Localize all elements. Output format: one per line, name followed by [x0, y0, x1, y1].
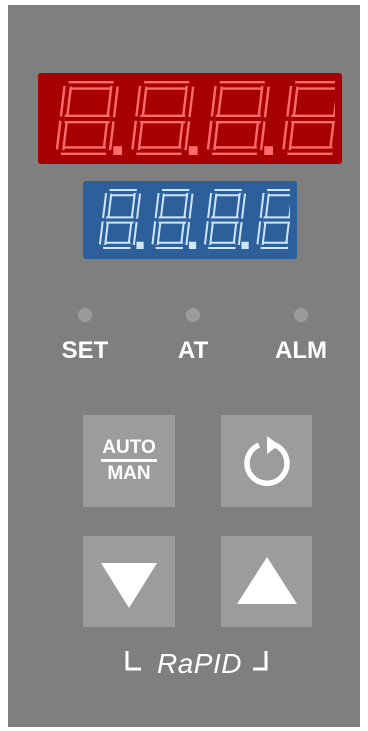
setpoint-display — [83, 181, 297, 259]
man-label: MAN — [107, 463, 151, 484]
alm-led — [294, 308, 308, 322]
digit-2 — [131, 80, 198, 155]
digit-3 — [203, 189, 249, 249]
decimal-point — [264, 145, 274, 155]
process-value-digits — [55, 80, 335, 155]
alm-label: ALM — [275, 337, 327, 364]
decimal-point — [113, 145, 123, 155]
digit-1 — [55, 80, 123, 155]
up-button[interactable] — [221, 536, 312, 627]
at-label: AT — [177, 337, 209, 364]
triangle-up-icon — [236, 556, 297, 604]
process-value-display — [38, 73, 342, 164]
at-led — [186, 308, 200, 322]
decimal-point — [136, 241, 144, 249]
down-button[interactable] — [83, 536, 175, 627]
digit-2 — [151, 189, 197, 249]
cycle-button[interactable] — [221, 415, 312, 507]
decimal-point — [188, 145, 198, 155]
triangle-down-icon — [101, 562, 157, 608]
digit-3 — [206, 80, 274, 155]
rapid-label: RaPID — [157, 648, 242, 679]
digit-4 — [256, 189, 290, 249]
digit-1 — [98, 189, 144, 249]
controller-panel: SET AT ALM AUTO MAN RaPID — [8, 5, 360, 727]
decimal-point — [241, 241, 249, 249]
set-led — [78, 308, 92, 322]
decimal-point — [188, 241, 197, 249]
auto-label: AUTO — [101, 438, 157, 462]
digit-4 — [282, 80, 335, 155]
auto-man-text: AUTO MAN — [101, 438, 157, 484]
auto-man-button[interactable]: AUTO MAN — [83, 415, 175, 507]
rapid-brand: RaPID — [123, 645, 273, 685]
rotate-arrow-icon — [243, 436, 290, 487]
set-label: SET — [61, 337, 109, 364]
setpoint-digits — [98, 189, 290, 249]
